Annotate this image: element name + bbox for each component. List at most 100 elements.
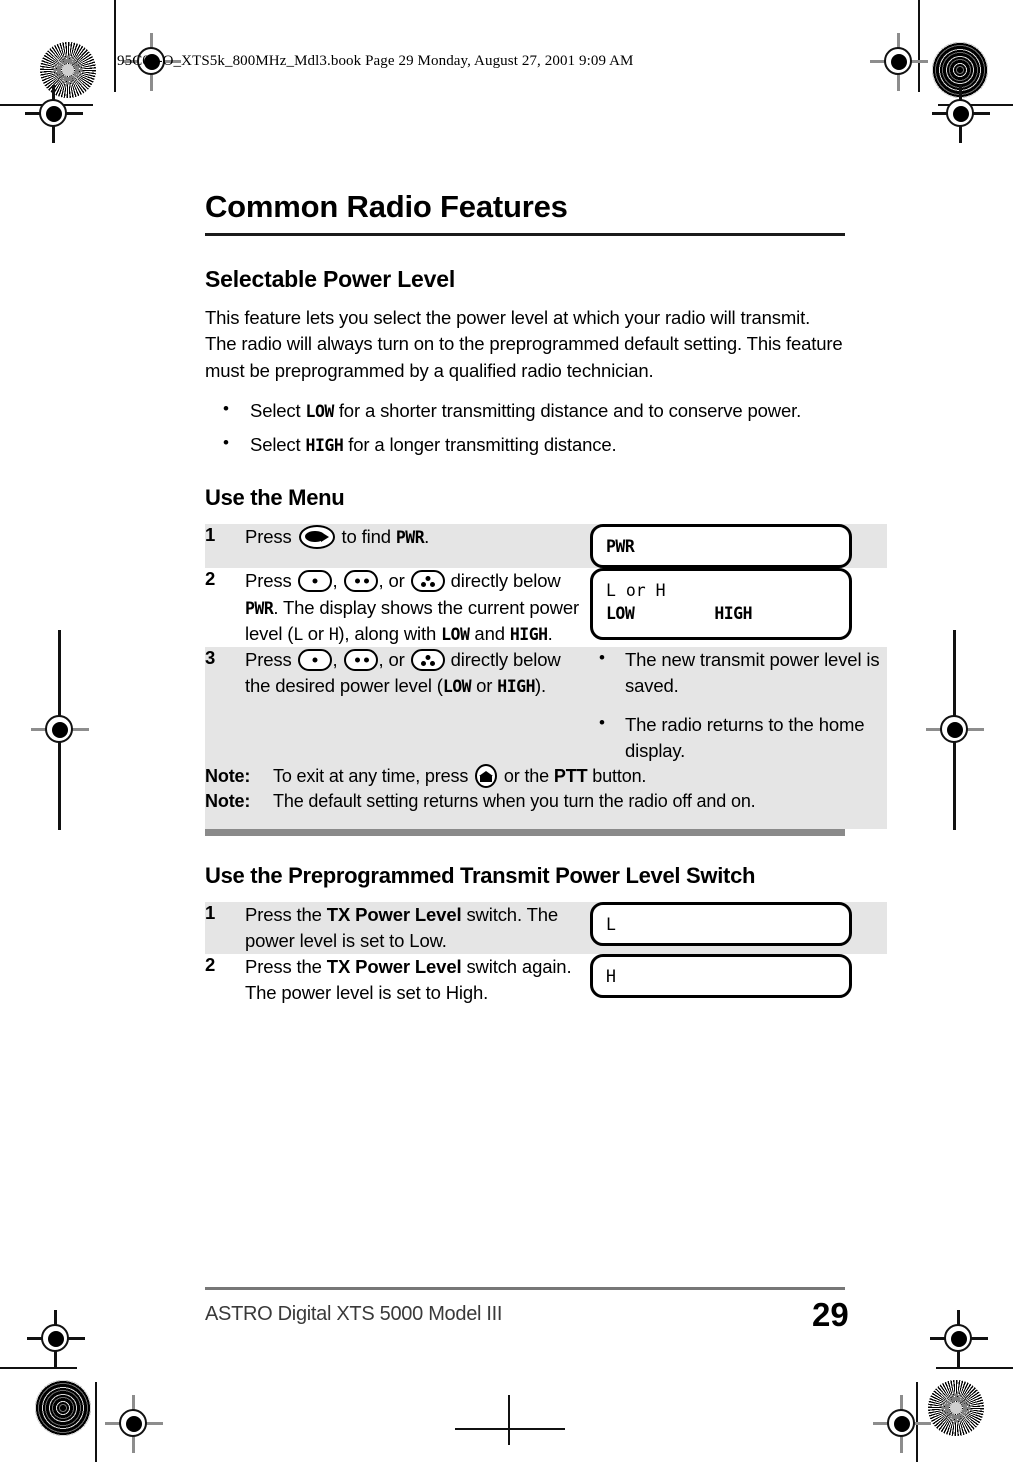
chapter-title: Common Radio Features: [205, 189, 568, 224]
step-code-high: HIGH: [497, 677, 536, 697]
radio-lcd-display: H: [590, 954, 852, 999]
step-text: and: [469, 622, 510, 644]
step-code-low: LOW: [442, 677, 472, 697]
one-dot-key-icon: [297, 649, 332, 672]
step-instruction: Press , , or directly below PWR. The dis…: [245, 568, 590, 648]
table-row: 2 Press the TX Power Level switch again.…: [205, 954, 887, 1007]
bullet-text-pre: Select: [250, 399, 306, 421]
step-code-l: L: [293, 624, 303, 644]
step-display-cell: L: [590, 901, 887, 955]
step-text: Press: [245, 526, 297, 548]
note-bold-ptt: PTT: [553, 766, 588, 787]
step-text: to find: [336, 526, 396, 548]
list-item: Select LOW for a shorter transmitting di…: [205, 397, 845, 424]
step-text: .: [547, 622, 553, 644]
radio-lcd-display: L or H LOW HIGH: [590, 568, 852, 641]
step-instruction: Press the TX Power Level switch again. T…: [245, 954, 590, 1007]
lcd-line-2: LOW HIGH: [606, 603, 837, 625]
note-text: The default setting returns when you tur…: [273, 791, 756, 812]
step-number: 2: [205, 568, 245, 648]
two-dot-key-icon: [343, 649, 378, 672]
step-code-h: H: [328, 624, 339, 644]
step-code-pwr: PWR: [245, 598, 274, 618]
list-item: Select HIGH for a longer transmitting di…: [205, 431, 845, 458]
step-display-cell: PWR: [590, 524, 887, 569]
bullet-text-post: for a shorter transmitting distance and …: [333, 399, 802, 421]
step-text: directly below: [445, 570, 561, 592]
step-bold-tx-power-level: TX Power Level: [326, 903, 462, 925]
step-code-high: HIGH: [509, 624, 548, 644]
lcd-line-1: H: [606, 967, 616, 987]
table-row-note: Note: To exit at any time, press or the P…: [205, 764, 887, 790]
bullet-text-post: for a longer transmitting distance.: [343, 434, 617, 456]
radio-lcd-display: L: [590, 901, 852, 946]
lcd-softkey-high: HIGH: [714, 603, 753, 623]
bullet-code-high: HIGH: [305, 436, 344, 456]
note-label: Note:: [205, 766, 251, 787]
lcd-line-1: L: [606, 914, 616, 934]
step-text: ,: [332, 570, 343, 592]
two-dot-key-icon: [343, 570, 378, 593]
step-text: , or: [378, 570, 410, 592]
note-row: Note: To exit at any time, press or the P…: [205, 764, 887, 790]
bullet-code-low: LOW: [305, 401, 335, 421]
three-dot-key-icon: [410, 649, 445, 672]
note-text: button.: [587, 766, 647, 787]
step-text: Press the: [245, 956, 327, 978]
lcd-line-1: PWR: [606, 537, 635, 557]
subsection-heading-switch: Use the Preprogrammed Transmit Power Lev…: [205, 862, 756, 888]
step-instruction: Press , , or directly below the desired …: [245, 647, 590, 765]
step-number: 3: [205, 647, 245, 765]
note-text: To exit at any time, press: [273, 766, 474, 787]
step-text: Press: [245, 570, 297, 592]
bullet-text-pre: Select: [250, 434, 306, 456]
step-number: 2: [205, 954, 245, 1007]
radio-lcd-display: PWR: [590, 524, 852, 569]
footer-page-number: 29: [812, 1296, 849, 1333]
step-text: , or: [378, 649, 410, 671]
home-key-icon: [475, 764, 498, 789]
footer-product-name: ASTRO Digital XTS 5000 Model III: [205, 1303, 503, 1325]
step-text: Press: [245, 649, 297, 671]
table-row: 2 Press , , or directly below PWR. The d…: [205, 568, 887, 648]
section-bullet-list: Select LOW for a shorter transmitting di…: [205, 397, 845, 459]
one-dot-key-icon: [297, 570, 332, 593]
table-row-note: Note: The default setting returns when yo…: [205, 789, 887, 829]
step-display-cell: H: [590, 954, 887, 1007]
section-title: Selectable Power Level: [205, 266, 456, 293]
step-number: 1: [205, 901, 245, 955]
list-item: The radio returns to the home display.: [590, 711, 887, 765]
table-bottom-rule: [205, 828, 845, 836]
note-row: Note: The default setting returns when yo…: [205, 789, 887, 829]
step-display-cell: L or H LOW HIGH: [590, 568, 887, 648]
step-code-pwr: PWR: [395, 528, 425, 548]
step-instruction: Press the TX Power Level switch. The pow…: [245, 901, 590, 955]
lcd-softkey-low: LOW: [606, 603, 635, 623]
step-code-low: LOW: [441, 624, 470, 644]
table-row: 3 Press , , or directly below the desire…: [205, 646, 887, 765]
document-page: Common Radio Features Selectable Power L…: [0, 0, 1013, 1462]
menu-select-key-icon: [298, 525, 335, 550]
three-dot-key-icon: [410, 570, 445, 593]
step-results-cell: The new transmit power level is saved. T…: [590, 646, 887, 765]
lcd-line-1: L or H: [606, 581, 666, 601]
table-row: 1 Press the TX Power Level switch. The p…: [205, 901, 887, 955]
step-text: ).: [535, 675, 547, 697]
step-text: or: [302, 622, 329, 644]
step-text: or: [471, 675, 498, 697]
note-label: Note:: [205, 791, 251, 812]
footer-rule: [205, 1287, 845, 1290]
note-text: or the: [499, 766, 554, 787]
chapter-rule: [205, 233, 845, 237]
step-text: ), along with: [338, 622, 442, 644]
step-number: 1: [205, 524, 245, 569]
list-item: The new transmit power level is saved.: [590, 646, 887, 700]
step-text: ,: [332, 649, 343, 671]
subsection-heading-use-the-menu: Use the Menu: [205, 485, 345, 511]
section-intro-paragraph: This feature lets you select the power l…: [205, 307, 843, 381]
table-row: 1 Press to find PWR. PWR: [205, 524, 887, 569]
switch-procedure-table: 1 Press the TX Power Level switch. The p…: [205, 901, 887, 1007]
page-content: Common Radio Features Selectable Power L…: [205, 189, 887, 1007]
step-text: Press the: [245, 903, 327, 925]
menu-procedure-table: 1 Press to find PWR. PWR 2 Press , , or …: [205, 524, 887, 829]
